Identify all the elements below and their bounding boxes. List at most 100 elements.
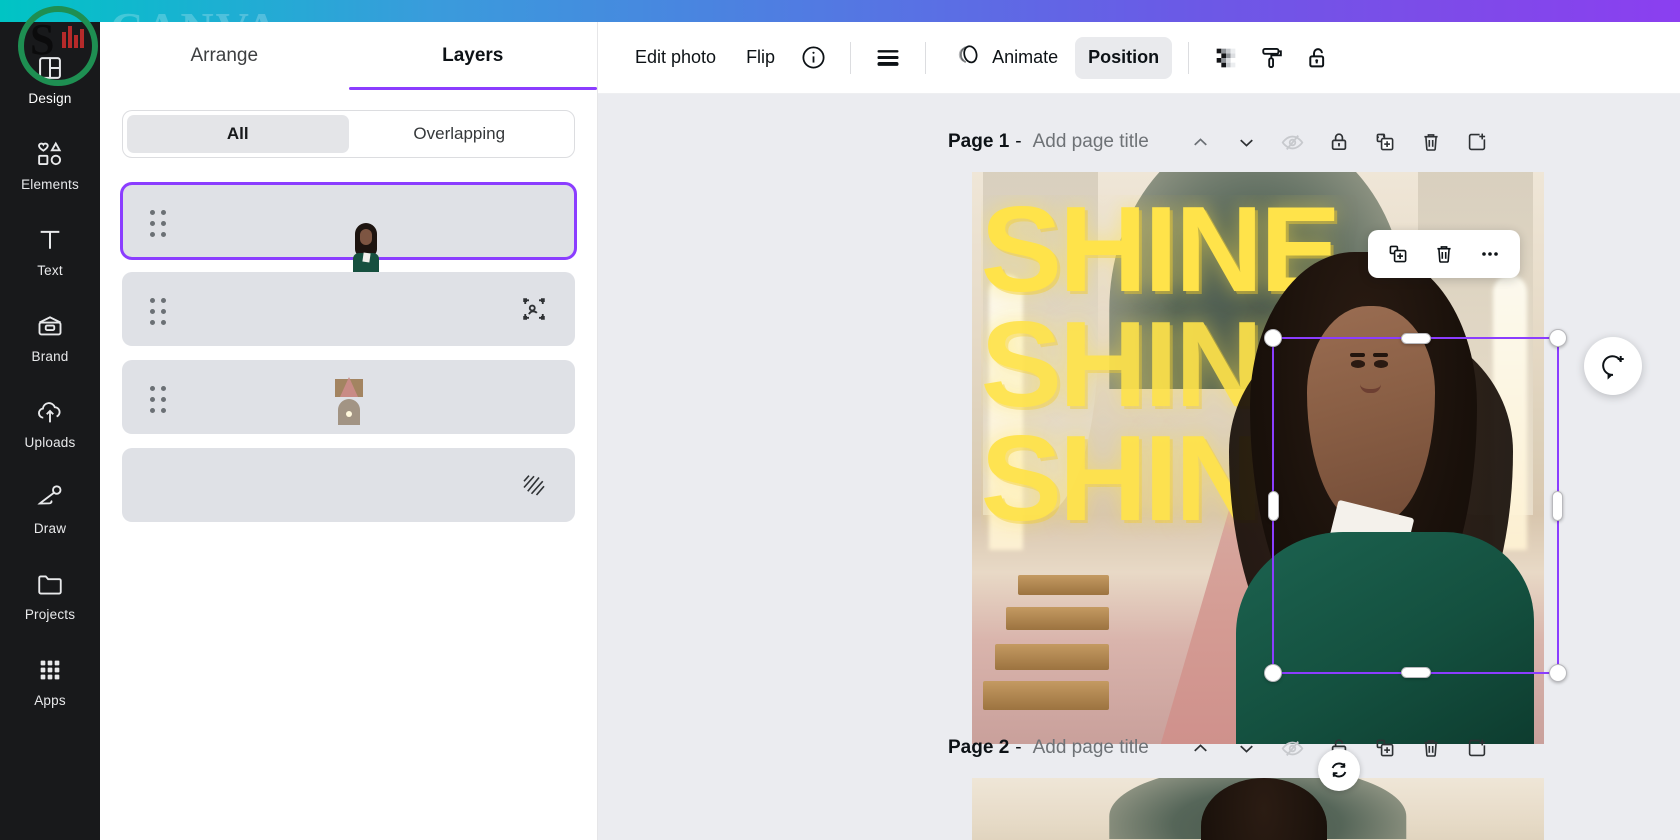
move-down-icon[interactable] [1227,122,1267,162]
filter-overlapping-label: Overlapping [413,124,505,144]
resize-handle-middle-right[interactable] [1552,491,1563,521]
resize-handle-top-left[interactable] [1264,329,1282,347]
resize-handle-top-center[interactable] [1401,333,1431,344]
page-1-label: Page 1 [948,131,1009,153]
page-2-label: Page 2 [948,737,1009,759]
add-page-icon[interactable] [1457,122,1497,162]
position-button[interactable]: Position [1075,37,1172,79]
elements-icon [34,138,66,170]
selection-bounding-box[interactable] [1272,337,1559,674]
page-2-canvas[interactable] [972,778,1544,840]
page-1-header: Page 1 - Add page title [948,122,1497,162]
sidebar-item-draw[interactable]: Draw [0,466,100,552]
filter-all[interactable]: All [127,115,349,153]
sidebar-item-label: Uploads [25,435,76,450]
text-icon [34,224,66,256]
animate-button[interactable]: Animate [942,37,1071,79]
sidebar-item-label: Draw [34,521,66,536]
flip-button[interactable]: Flip [733,37,788,79]
duplicate-page-icon[interactable] [1365,728,1405,768]
drag-handle-icon[interactable] [150,210,170,232]
duplicate-page-icon[interactable] [1365,122,1405,162]
delete-icon[interactable] [1422,234,1466,274]
sidebar-item-label: Text [37,263,63,278]
sidebar-item-apps[interactable]: Apps [0,638,100,724]
pattern-icon[interactable] [519,470,549,500]
resize-handle-top-right[interactable] [1549,329,1567,347]
canvas-area[interactable]: Page 1 - Add page title [598,94,1680,840]
uploads-icon [34,396,66,428]
resize-handle-bottom-left[interactable] [1264,664,1282,682]
filter-overlapping[interactable]: Overlapping [349,115,571,153]
edit-photo-button[interactable]: Edit photo [622,37,729,79]
sidebar-item-uploads[interactable]: Uploads [0,380,100,466]
layer-filter-segmented: All Overlapping [122,110,575,158]
animate-label: Animate [992,47,1058,68]
animate-icon [955,41,983,74]
layer-row-portrait[interactable] [122,184,575,258]
projects-icon [34,568,66,600]
position-label: Position [1088,47,1159,68]
panel-tabs: Arrange Layers [100,22,597,90]
delete-page-icon[interactable] [1411,728,1451,768]
sidebar-item-label: Projects [25,607,75,622]
resize-handle-middle-left[interactable] [1268,491,1279,521]
sidebar-item-text[interactable]: Text [0,208,100,294]
flip-label: Flip [746,47,775,68]
hide-page-icon[interactable] [1273,728,1313,768]
add-comment-button[interactable] [1584,337,1642,395]
delete-page-icon[interactable] [1411,122,1451,162]
sidebar-item-label: Brand [31,349,68,364]
sidebar-item-label: Design [28,91,71,106]
resize-handle-bottom-center[interactable] [1401,667,1431,678]
left-sidebar: Design Elements Text [0,22,100,840]
edit-photo-label: Edit photo [635,47,716,68]
rotate-cursor-icon [1318,749,1360,791]
more-options-icon[interactable] [1468,234,1512,274]
page-2-title-input[interactable]: Add page title [1033,737,1149,759]
sidebar-item-projects[interactable]: Projects [0,552,100,638]
group-icon[interactable] [519,294,549,324]
unlock-icon[interactable] [1297,37,1339,79]
sidebar-item-design[interactable]: Design [0,36,100,122]
add-page-icon[interactable] [1457,728,1497,768]
tab-layers[interactable]: Layers [349,22,598,90]
drag-handle-icon[interactable] [150,386,170,408]
brand-icon [34,310,66,342]
sidebar-item-label: Apps [34,693,66,708]
resize-handle-bottom-right[interactable] [1549,664,1567,682]
drag-handle-icon[interactable] [150,298,170,320]
transparency-icon[interactable] [1205,37,1247,79]
layer-row-yellow-text[interactable] [122,272,575,346]
tab-arrange-label: Arrange [190,45,258,67]
move-up-icon[interactable] [1181,728,1221,768]
editing-toolbar: Edit photo Flip [598,22,1680,94]
page-1-separator: - [1015,131,1021,153]
align-icon[interactable] [867,37,909,79]
tab-arrange[interactable]: Arrange [100,22,349,90]
sidebar-item-elements[interactable]: Elements [0,122,100,208]
lock-page-icon[interactable] [1319,122,1359,162]
move-up-icon[interactable] [1181,122,1221,162]
move-down-icon[interactable] [1227,728,1267,768]
sidebar-item-label: Elements [21,177,79,192]
sidebar-item-brand[interactable]: Brand [0,294,100,380]
layers-panel: Arrange Layers All Overlapping [100,22,598,840]
apps-icon [34,654,66,686]
element-context-toolbar [1368,230,1520,278]
page-2-header: Page 2 - Add page title [948,728,1497,768]
layer-row-white-shape[interactable] [122,448,575,522]
page-2-separator: - [1015,737,1021,759]
info-icon[interactable] [792,37,834,79]
tab-layers-label: Layers [442,45,503,67]
page-1-title-input[interactable]: Add page title [1033,131,1149,153]
toolbar-divider [850,42,851,74]
draw-icon [34,482,66,514]
layer-row-church-photo[interactable] [122,360,575,434]
hide-page-icon[interactable] [1273,122,1313,162]
paint-roller-icon[interactable] [1251,37,1293,79]
filter-all-label: All [227,124,249,144]
toolbar-divider [1188,42,1189,74]
layer-list [122,184,575,522]
duplicate-icon[interactable] [1376,234,1420,274]
